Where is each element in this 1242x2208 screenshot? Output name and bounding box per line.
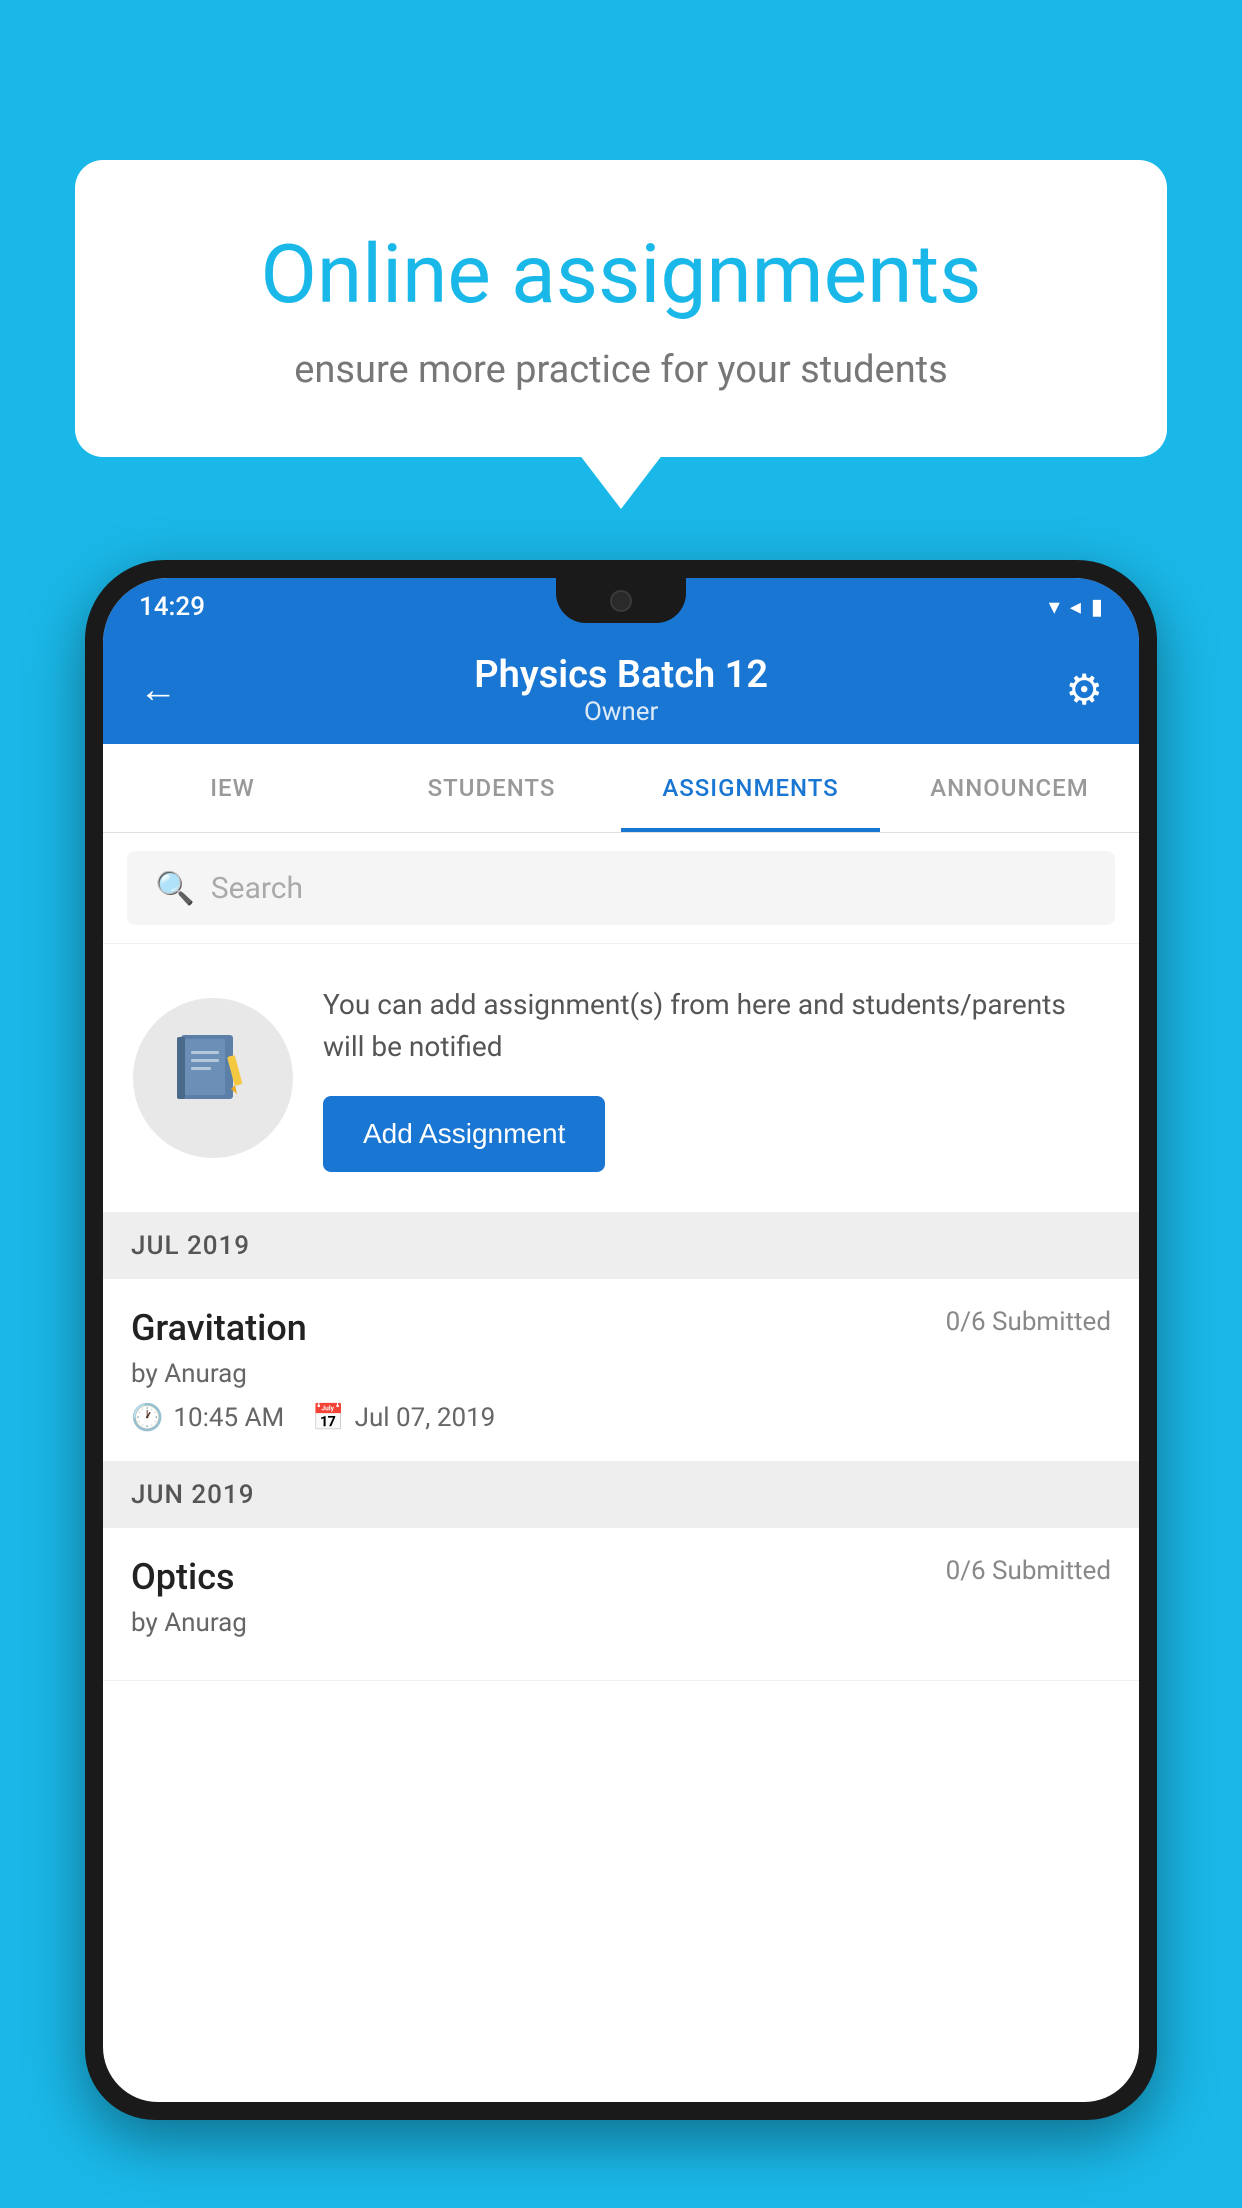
meta-date: 📅 Jul 07, 2019	[312, 1403, 495, 1433]
month-header-jul: JUL 2019	[103, 1213, 1139, 1279]
assignment-by-optics: by Anurag	[131, 1608, 1111, 1638]
tab-assignments[interactable]: ASSIGNMENTS	[621, 744, 880, 832]
app-header: ← Physics Batch 12 Owner ⚙	[103, 636, 1139, 744]
search-input-wrapper[interactable]: 🔍 Search	[127, 851, 1115, 925]
assignment-row1: Gravitation 0/6 Submitted	[131, 1307, 1111, 1349]
status-bar: 14:29 ▾ ◂ ▮	[103, 578, 1139, 636]
status-icons: ▾ ◂ ▮	[1049, 595, 1103, 620]
back-button[interactable]: ←	[139, 668, 177, 712]
tabs-bar: IEW STUDENTS ASSIGNMENTS ANNOUNCEM	[103, 744, 1139, 833]
calendar-icon: 📅	[312, 1403, 344, 1433]
header-title: Physics Batch 12	[474, 653, 768, 697]
camera-dot	[610, 590, 632, 612]
assignment-name: Gravitation	[131, 1307, 307, 1349]
signal-icon: ◂	[1070, 595, 1081, 620]
meta-time: 🕐 10:45 AM	[131, 1403, 284, 1433]
bubble-subtitle: ensure more practice for your students	[155, 348, 1087, 392]
info-card: You can add assignment(s) from here and …	[103, 944, 1139, 1213]
month-header-jun: JUN 2019	[103, 1462, 1139, 1528]
settings-icon[interactable]: ⚙	[1065, 665, 1103, 715]
search-icon: 🔍	[155, 869, 195, 907]
header-center: Physics Batch 12 Owner	[474, 653, 768, 727]
bubble-title: Online assignments	[155, 230, 1087, 320]
assignment-submitted-optics: 0/6 Submitted	[946, 1556, 1111, 1586]
assignment-submitted: 0/6 Submitted	[946, 1307, 1111, 1337]
tab-announcements[interactable]: ANNOUNCEM	[880, 744, 1139, 832]
notebook-circle	[133, 998, 293, 1158]
battery-icon: ▮	[1091, 595, 1103, 620]
info-description: You can add assignment(s) from here and …	[323, 984, 1109, 1068]
tab-students[interactable]: STUDENTS	[362, 744, 621, 832]
assignment-date: Jul 07, 2019	[355, 1403, 496, 1433]
assignment-item-gravitation[interactable]: Gravitation 0/6 Submitted by Anurag 🕐 10…	[103, 1279, 1139, 1462]
speech-bubble-container: Online assignments ensure more practice …	[75, 160, 1167, 457]
phone-outer: 14:29 ▾ ◂ ▮ ← Physics Batch 12 Owner ⚙	[85, 560, 1157, 2120]
assignment-row1-optics: Optics 0/6 Submitted	[131, 1556, 1111, 1598]
assignment-time: 10:45 AM	[173, 1403, 284, 1433]
speech-bubble: Online assignments ensure more practice …	[75, 160, 1167, 457]
tab-iew[interactable]: IEW	[103, 744, 362, 832]
phone-wrapper: 14:29 ▾ ◂ ▮ ← Physics Batch 12 Owner ⚙	[85, 560, 1157, 2208]
add-assignment-button[interactable]: Add Assignment	[323, 1096, 605, 1172]
assignment-name-optics: Optics	[131, 1556, 235, 1598]
status-time: 14:29	[139, 592, 205, 622]
assignment-meta: 🕐 10:45 AM 📅 Jul 07, 2019	[131, 1403, 1111, 1433]
search-container: 🔍 Search	[103, 833, 1139, 944]
notch	[556, 578, 686, 623]
assignment-item-optics[interactable]: Optics 0/6 Submitted by Anurag	[103, 1528, 1139, 1681]
search-placeholder: Search	[211, 871, 303, 906]
clock-icon: 🕐	[131, 1403, 163, 1433]
wifi-icon: ▾	[1049, 595, 1060, 620]
header-subtitle: Owner	[474, 697, 768, 727]
assignment-by: by Anurag	[131, 1359, 1111, 1389]
notebook-icon	[173, 1029, 253, 1127]
phone-screen: 14:29 ▾ ◂ ▮ ← Physics Batch 12 Owner ⚙	[103, 578, 1139, 2102]
info-text-area: You can add assignment(s) from here and …	[323, 984, 1109, 1172]
